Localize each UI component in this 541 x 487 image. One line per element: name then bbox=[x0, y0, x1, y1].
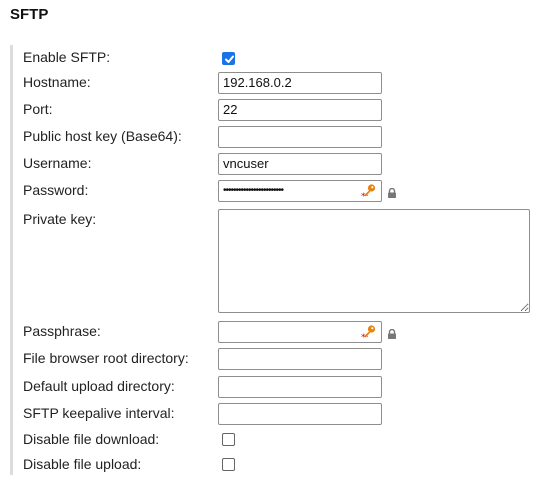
passphrase-label: Passphrase: bbox=[23, 323, 101, 339]
key-icon[interactable]: * bbox=[361, 324, 377, 340]
username-label: Username: bbox=[23, 155, 92, 171]
public-host-key-label: Public host key (Base64): bbox=[23, 128, 182, 144]
keepalive-input[interactable] bbox=[218, 403, 382, 425]
disable-download-label: Disable file download: bbox=[23, 431, 160, 447]
default-upload-dir-input[interactable] bbox=[218, 376, 382, 398]
port-label: Port: bbox=[23, 101, 53, 117]
port-input[interactable]: 22 bbox=[218, 99, 382, 121]
private-key-label: Private key: bbox=[23, 211, 97, 227]
private-key-textarea[interactable] bbox=[218, 209, 530, 313]
default-upload-dir-label: Default upload directory: bbox=[23, 378, 175, 394]
svg-text:*: * bbox=[361, 192, 366, 199]
public-host-key-input[interactable] bbox=[218, 126, 382, 148]
section-title: SFTP bbox=[10, 6, 49, 23]
lock-icon bbox=[388, 329, 396, 339]
lock-icon bbox=[388, 188, 396, 198]
passphrase-input[interactable] bbox=[218, 321, 382, 343]
file-browser-root-input[interactable] bbox=[218, 348, 382, 370]
password-input[interactable]: •••••••••••••••••••••••• bbox=[218, 180, 382, 202]
password-label: Password: bbox=[23, 182, 89, 198]
key-icon[interactable]: * bbox=[361, 183, 377, 199]
svg-text:*: * bbox=[361, 333, 366, 340]
passphrase-field: * bbox=[218, 321, 382, 343]
hostname-input[interactable]: 192.168.0.2 bbox=[218, 72, 382, 94]
enable-sftp-label: Enable SFTP: bbox=[23, 49, 111, 65]
disable-upload-label: Disable file upload: bbox=[23, 456, 142, 472]
disable-upload-checkbox[interactable] bbox=[222, 458, 235, 471]
password-field: •••••••••••••••••••••••• * bbox=[218, 180, 382, 202]
username-input[interactable]: vncuser bbox=[218, 153, 382, 175]
section-divider bbox=[10, 45, 13, 475]
hostname-label: Hostname: bbox=[23, 74, 91, 90]
file-browser-root-label: File browser root directory: bbox=[23, 350, 189, 366]
check-icon bbox=[225, 55, 234, 63]
keepalive-label: SFTP keepalive interval: bbox=[23, 405, 175, 421]
enable-sftp-checkbox[interactable] bbox=[222, 52, 235, 65]
disable-download-checkbox[interactable] bbox=[222, 433, 235, 446]
